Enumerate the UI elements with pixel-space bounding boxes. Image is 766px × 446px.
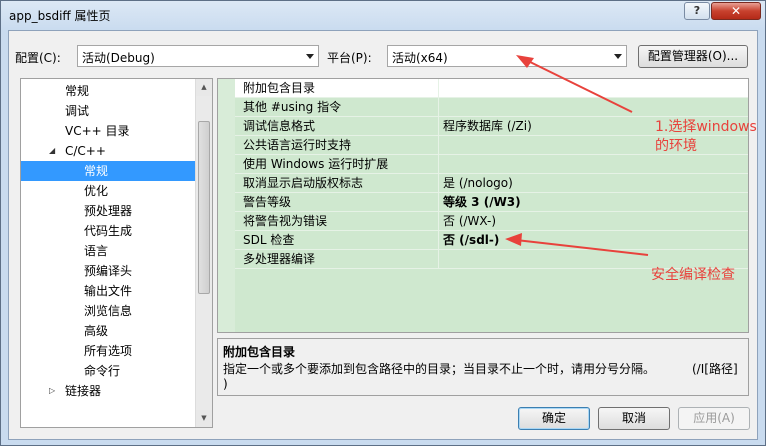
- property-row[interactable]: SDL 检查否 (/sdl-): [235, 231, 748, 250]
- expanded-arrow-icon[interactable]: ◢: [49, 141, 55, 161]
- close-button[interactable]: ✕: [711, 2, 761, 20]
- description-panel: 附加包含目录 指定一个或多个要添加到包含路径中的目录；当目录不止一个时，请用分号…: [217, 338, 749, 396]
- tree-item-label: 命令行: [84, 364, 121, 378]
- tree-item[interactable]: 优化: [21, 181, 191, 201]
- chevron-down-icon: [306, 54, 314, 59]
- tree-item[interactable]: VC++ 目录: [21, 121, 191, 141]
- platform-label: 平台(P):: [327, 51, 372, 65]
- description-text-tail: (/I[路径]: [692, 362, 738, 376]
- properties-dialog: app_bsdiff 属性页 ? ✕ 配置(C): 活动(Debug) 平台(P…: [0, 0, 766, 446]
- config-manager-button[interactable]: 配置管理器(O)...: [638, 45, 748, 68]
- chevron-down-icon: [614, 54, 622, 59]
- property-name: 将警告视为错误: [235, 212, 439, 231]
- property-value[interactable]: [439, 98, 748, 117]
- description-title: 附加包含目录: [223, 345, 296, 359]
- tree-item[interactable]: 命令行: [21, 361, 191, 381]
- property-name: 附加包含目录: [235, 79, 439, 98]
- window-title: app_bsdiff 属性页: [9, 9, 111, 23]
- tree-item[interactable]: 高级: [21, 321, 191, 341]
- description-text: 指定一个或多个要添加到包含路径中的目录；当目录不止一个时，请用分号分隔。: [223, 362, 656, 376]
- apply-button[interactable]: 应用(A): [678, 407, 750, 430]
- property-name: 使用 Windows 运行时扩展: [235, 155, 439, 174]
- scrollbar-thumb[interactable]: [198, 121, 210, 294]
- config-value: 活动(Debug): [82, 51, 155, 65]
- property-value[interactable]: 是 (/nologo): [439, 174, 748, 193]
- tree-item-label: 语言: [84, 244, 109, 258]
- config-label: 配置(C):: [15, 51, 61, 65]
- property-tree[interactable]: ▷ 链接器 命令行 所有选项 高级 浏览信息 输出文件 预编译头 语言 代码生成 预处理器 优化 常规 ◢…: [20, 78, 213, 428]
- tree-item-label: 输出文件: [84, 284, 133, 298]
- property-name: 取消显示启动版权标志: [235, 174, 439, 193]
- tree-item-label: 浏览信息: [84, 304, 133, 318]
- tree-scrollbar[interactable]: ▲ ▼: [195, 79, 212, 427]
- tree-item[interactable]: 输出文件: [21, 281, 191, 301]
- property-value[interactable]: 等级 3 (/W3): [439, 193, 748, 212]
- tree-item-label: 调试: [65, 104, 90, 118]
- property-value[interactable]: 否 (/sdl-): [439, 231, 748, 250]
- tree-item[interactable]: 调试: [21, 101, 191, 121]
- property-value[interactable]: 否 (/WX-): [439, 212, 748, 231]
- property-name: SDL 检查: [235, 231, 439, 250]
- property-row[interactable]: 取消显示启动版权标志是 (/nologo): [235, 174, 748, 193]
- tree-item-label: 常规: [65, 84, 90, 98]
- platform-value: 活动(x64): [392, 51, 448, 65]
- ok-button[interactable]: 确定: [518, 407, 590, 430]
- tree-item[interactable]: 语言: [21, 241, 191, 261]
- title-bar[interactable]: app_bsdiff 属性页 ? ✕: [1, 1, 765, 29]
- tree-item[interactable]: ◢ C/C++: [21, 141, 191, 161]
- tree-item-label: C/C++: [65, 144, 106, 158]
- property-value[interactable]: [439, 79, 748, 98]
- grid-gutter: [218, 79, 235, 332]
- tree-item[interactable]: 代码生成: [21, 221, 191, 241]
- tree-item[interactable]: 预处理器: [21, 201, 191, 221]
- tree-item-label: 代码生成: [84, 224, 133, 238]
- tree-item-label: 链接器: [65, 384, 102, 398]
- property-name: 多处理器编译: [235, 250, 439, 269]
- tree-item[interactable]: ▷ 链接器: [21, 381, 191, 401]
- cancel-button[interactable]: 取消: [598, 407, 670, 430]
- property-name: 调试信息格式: [235, 117, 439, 136]
- description-text-line2: ): [223, 377, 228, 391]
- platform-dropdown[interactable]: 活动(x64): [387, 45, 627, 67]
- tree-item[interactable]: 浏览信息: [21, 301, 191, 321]
- scroll-up-icon[interactable]: ▲: [196, 79, 212, 96]
- property-name: 公共语言运行时支持: [235, 136, 439, 155]
- tree-item[interactable]: 所有选项: [21, 341, 191, 361]
- collapsed-arrow-icon[interactable]: ▷: [49, 381, 55, 401]
- tree-item-label: 预处理器: [84, 204, 133, 218]
- help-button[interactable]: ?: [684, 2, 710, 20]
- tree-item-label: VC++ 目录: [65, 124, 130, 138]
- property-row[interactable]: 警告等级 等级 3 (/W3): [235, 193, 748, 212]
- property-row[interactable]: 其他 #using 指令: [235, 98, 748, 117]
- property-row[interactable]: 将警告视为错误否 (/WX-): [235, 212, 748, 231]
- dialog-client-area: 配置(C): 活动(Debug) 平台(P): 活动(x64) 配置管理器(O)…: [8, 30, 758, 440]
- annotation-sdl-check: 安全编译检查: [651, 267, 735, 283]
- property-name: 警告等级: [235, 193, 439, 212]
- scroll-down-icon[interactable]: ▼: [196, 410, 212, 427]
- tree-item[interactable]: 常规: [21, 81, 191, 101]
- config-dropdown[interactable]: 活动(Debug): [77, 45, 319, 67]
- property-value[interactable]: [439, 136, 748, 155]
- property-name: 其他 #using 指令: [235, 98, 439, 117]
- tree-item-label: 高级: [84, 324, 109, 338]
- property-value[interactable]: [439, 155, 748, 174]
- tree-item-label: 所有选项: [84, 344, 133, 358]
- tree-item-label: 预编译头: [84, 264, 133, 278]
- tree-item-label: 常规: [84, 164, 109, 178]
- property-row[interactable]: 使用 Windows 运行时扩展: [235, 155, 748, 174]
- annotation-choose-windows: 1.选择windows: [655, 119, 757, 135]
- property-row[interactable]: 附加包含目录: [235, 79, 748, 98]
- annotation-environment: 的环境: [655, 138, 697, 154]
- tree-item[interactable]: 常规: [21, 161, 195, 181]
- tree-item-label: 优化: [84, 184, 109, 198]
- tree-item[interactable]: 预编译头: [21, 261, 191, 281]
